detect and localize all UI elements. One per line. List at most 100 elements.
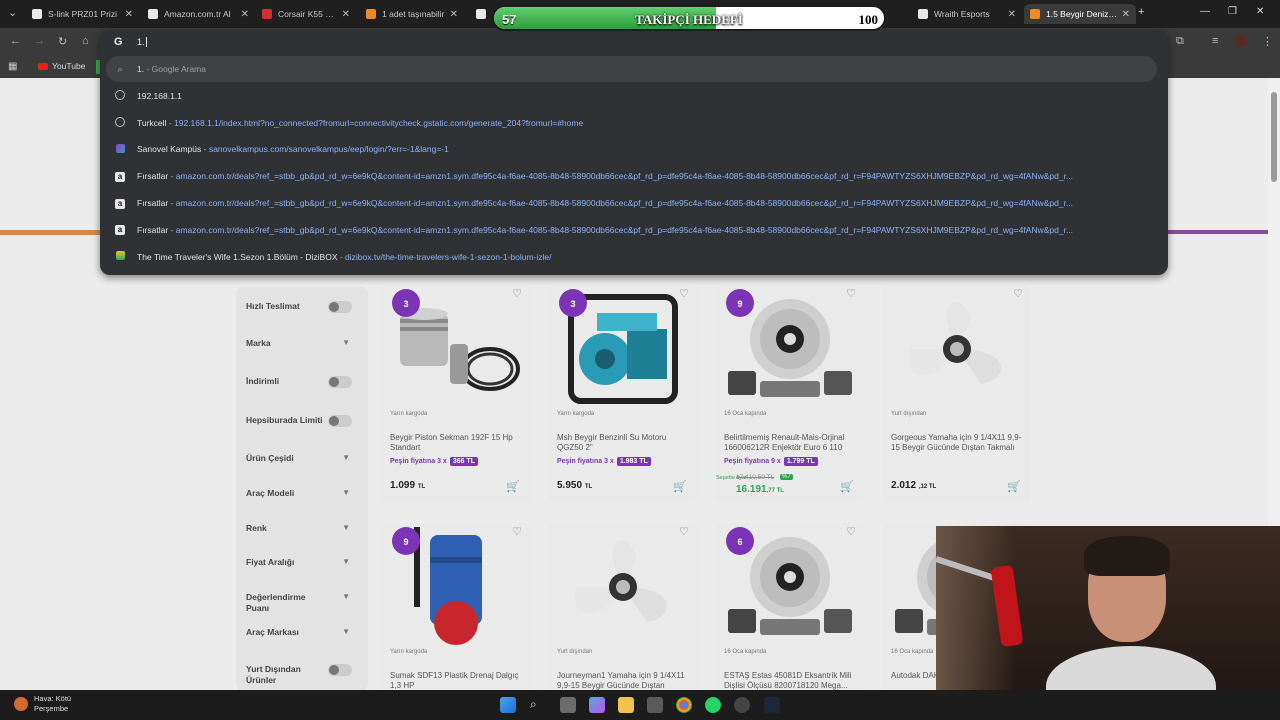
chevron-down-icon[interactable]: ▼ xyxy=(342,488,350,497)
omnibox-suggestion[interactable]: The Time Traveler's Wife 1.Sezon 1.Bölüm… xyxy=(100,244,1168,270)
file-explorer-icon[interactable] xyxy=(618,697,634,713)
filter-6[interactable]: Renk ▼ xyxy=(246,523,358,534)
close-tab-icon[interactable]: ✕ xyxy=(1122,9,1130,20)
weather-widget[interactable]: Hava: Kötü Perşembe xyxy=(14,694,71,714)
omnibox-suggestion[interactable]: Turkcell - 192.168.1.1/index.html?no_con… xyxy=(100,110,1168,136)
follower-goal-widget: 57 TAKİPÇİ HEDEFİ 100 xyxy=(492,5,886,31)
apps-grid-icon[interactable]: ▦ xyxy=(8,61,17,72)
filter-10[interactable]: Yurt Dışından Ürünler xyxy=(246,664,358,686)
filter-toggle[interactable] xyxy=(328,415,352,427)
tab-8[interactable]: 1.5 Beygir Deniz M ✕ xyxy=(1024,4,1136,24)
favorite-heart-icon[interactable]: ♡ xyxy=(512,525,522,538)
favorite-heart-icon[interactable]: ♡ xyxy=(679,525,689,538)
product-title[interactable]: Gorgeous Yamaha için 9 1/4X11 9,9-15 Bey… xyxy=(891,433,1027,453)
close-tab-icon[interactable]: ✕ xyxy=(1008,9,1016,20)
favorite-heart-icon[interactable]: ♡ xyxy=(846,525,856,538)
product-card[interactable]: 3 ♡ Yarın kargoda Beygir Piston Sekman 192F… xyxy=(382,285,530,503)
whatsapp-icon[interactable] xyxy=(705,697,721,713)
product-title[interactable]: Belirtilmemiş Renault-Mais-Orjinal 16600… xyxy=(724,433,860,453)
new-tab-button[interactable]: + xyxy=(1138,6,1144,18)
start-icon[interactable] xyxy=(500,697,516,713)
product-title[interactable]: ESTAŞ Estas 45081D Eksantrik Mili Dişlis… xyxy=(724,671,860,691)
favorite-heart-icon[interactable]: ♡ xyxy=(512,287,522,300)
gear-icon[interactable] xyxy=(734,697,750,713)
store-icon[interactable] xyxy=(647,697,663,713)
filter-label: Renk xyxy=(246,523,267,533)
back-icon[interactable]: ← xyxy=(10,35,21,47)
tab-7[interactable]: Wraith Esports ✕ xyxy=(912,4,1022,24)
filter-8[interactable]: Değerlendirme Puanı ▼ xyxy=(246,592,358,614)
close-tab-icon[interactable]: ✕ xyxy=(125,9,133,20)
product-title[interactable]: Sumak SDF13 Plastik Drenaj Dalgıç 1,3 HP xyxy=(390,671,526,691)
chevron-down-icon[interactable]: ▼ xyxy=(342,557,350,566)
address-bar[interactable]: G 1. xyxy=(100,30,1168,56)
profile-avatar[interactable] xyxy=(1236,36,1247,47)
media-icon[interactable]: ≡ xyxy=(1212,35,1218,47)
search-icon[interactable]: ⌕ xyxy=(530,697,546,713)
close-tab-icon[interactable]: ✕ xyxy=(450,9,458,20)
task-view-icon[interactable] xyxy=(560,697,576,713)
tab-search-icon[interactable]: ⌄ xyxy=(8,6,17,19)
filter-2[interactable]: İndirimli xyxy=(246,376,358,388)
favicon-icon xyxy=(262,9,272,19)
restore-icon[interactable]: ❐ xyxy=(1228,6,1237,17)
menu-icon[interactable]: ⋮ xyxy=(1262,35,1273,48)
filter-4[interactable]: Ürün Çeşidi ▼ xyxy=(246,453,358,464)
add-to-cart-icon[interactable]: 🛒 xyxy=(1007,480,1021,493)
product-title[interactable]: Beygir Piston Sekman 192F 15 Hp Standart xyxy=(390,433,526,453)
add-to-cart-icon[interactable]: 🛒 xyxy=(673,480,687,493)
address-input[interactable]: 1. xyxy=(137,37,147,47)
filter-7[interactable]: Fiyat Aralığı ▼ xyxy=(246,557,358,568)
bookmark-youtube[interactable]: YouTube xyxy=(38,61,85,71)
omnibox-suggestion[interactable]: 192.168.1.1 xyxy=(100,83,1168,109)
tab-2[interactable]: Corsair K55 RGB ✕ xyxy=(256,4,356,24)
omnibox-suggestion[interactable]: a Fırsatlar - amazon.com.tr/deals?ref_=st… xyxy=(100,163,1168,189)
omnibox-suggestion[interactable]: Sanovel Kampüs - sanovelkampus.com/sanov… xyxy=(100,136,1168,162)
forward-icon[interactable]: → xyxy=(34,35,45,47)
add-to-cart-icon[interactable]: 🛒 xyxy=(506,480,520,493)
filter-toggle[interactable] xyxy=(328,664,352,676)
add-to-cart-icon[interactable]: 🛒 xyxy=(840,480,854,493)
product-image[interactable] xyxy=(557,527,689,647)
close-tab-icon[interactable]: ✕ xyxy=(241,9,249,20)
reload-icon[interactable]: ↻ xyxy=(58,35,67,48)
chevron-down-icon[interactable]: ▼ xyxy=(342,338,350,347)
product-title[interactable]: Msh Beygir Benzinli Su Motoru QGZ50 2" xyxy=(557,433,693,453)
favorite-heart-icon[interactable]: ♡ xyxy=(679,287,689,300)
home-icon[interactable]: ⌂ xyxy=(82,35,89,47)
omnibox-suggestion[interactable]: ⌕ 1. - Google Arama xyxy=(106,56,1157,82)
close-window-icon[interactable]: ✕ xyxy=(1256,6,1264,17)
filter-9[interactable]: Araç Markası ▼ xyxy=(246,627,358,638)
installment-badge: 3 xyxy=(392,289,420,317)
filter-toggle[interactable] xyxy=(328,301,352,313)
copilot-icon[interactable] xyxy=(589,697,605,713)
chevron-down-icon[interactable]: ▼ xyxy=(342,523,350,532)
scrollbar-thumb[interactable] xyxy=(1271,92,1277,182)
chevron-down-icon[interactable]: ▼ xyxy=(342,453,350,462)
tab-3[interactable]: 1 adet taşınabilir ✕ xyxy=(360,4,464,24)
minimize-icon[interactable]: — xyxy=(1200,6,1210,17)
tab-1[interactable]: Amazon.com.tr Al ✕ xyxy=(142,4,255,24)
chrome-icon[interactable] xyxy=(676,697,692,713)
filter-5[interactable]: Araç Modeli ▼ xyxy=(246,488,358,499)
filter-0[interactable]: Hızlı Teslimat xyxy=(246,301,358,313)
tab-0[interactable]: S-link PRZ01 Prizi ✕ xyxy=(26,4,139,24)
product-card[interactable]: 3 ♡ Yarın kargoda Msh Beygir Benzinli Su Mo… xyxy=(549,285,697,503)
steam-icon[interactable] xyxy=(764,697,780,713)
product-card[interactable]: 9 ♡ 16 Oca kapında Belirtilmemiş Renault-Ma… xyxy=(716,285,864,503)
favorite-heart-icon[interactable]: ♡ xyxy=(846,287,856,300)
product-card[interactable]: ♡ Yurt dışından Gorgeous Yamaha için 9 1/4… xyxy=(883,285,1031,503)
product-title[interactable]: Journeyman1 Yamaha için 9 1/4X11 9,9-15 … xyxy=(557,671,693,691)
favorite-heart-icon[interactable]: ♡ xyxy=(1013,287,1023,300)
filter-toggle[interactable] xyxy=(328,376,352,388)
chevron-down-icon[interactable]: ▼ xyxy=(342,627,350,636)
close-tab-icon[interactable]: ✕ xyxy=(342,9,350,20)
filter-1[interactable]: Marka ▼ xyxy=(246,338,358,349)
tab-4[interactable]: ✕ xyxy=(470,4,490,24)
filter-3[interactable]: Hepsiburada Limiti xyxy=(246,415,358,427)
omnibox-suggestion[interactable]: a Fırsatlar - amazon.com.tr/deals?ref_=st… xyxy=(100,217,1168,243)
chevron-down-icon[interactable]: ▼ xyxy=(342,592,350,601)
product-image[interactable] xyxy=(891,289,1023,409)
extensions-icon[interactable]: ⧉ xyxy=(1176,35,1184,48)
omnibox-suggestion[interactable]: a Fırsatlar - amazon.com.tr/deals?ref_=st… xyxy=(100,190,1168,216)
